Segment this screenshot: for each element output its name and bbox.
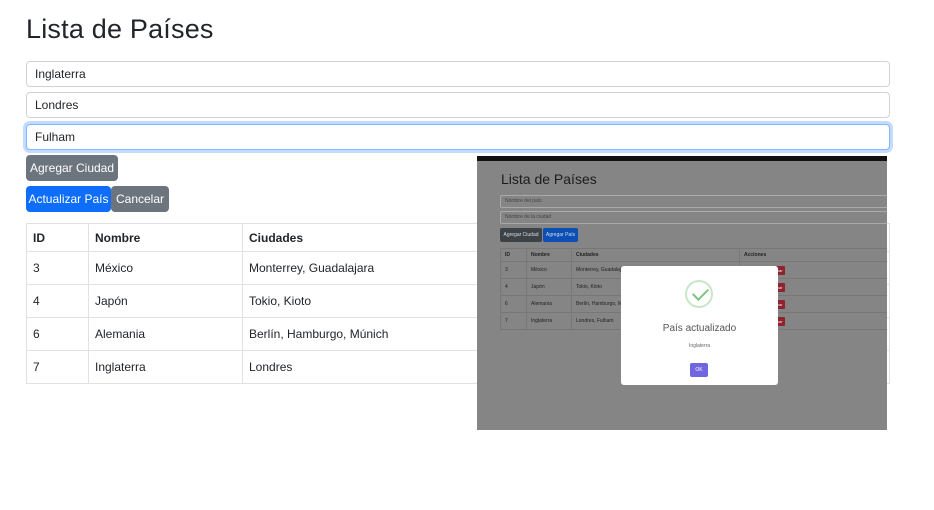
screenshot-cell-id: 7 [500,312,527,330]
dialog-ok-button: OK [690,363,708,377]
dialog-text: Inglaterra [688,343,711,349]
screenshot-cell-id: 3 [500,261,527,279]
screenshot-country-input: Nombre del país [500,195,887,208]
screenshot-top-bar [477,156,887,161]
header-id: ID [26,223,89,252]
page-title: Lista de Países [26,14,214,44]
screenshot-header-actions: Acciones [739,248,887,262]
cell-name: Inglaterra [88,350,243,384]
screenshot-cell-name: Inglaterra [526,312,572,330]
screenshot-cell-id: 4 [500,278,527,296]
capital-input[interactable] [26,92,890,118]
cell-name: Alemania [88,317,243,351]
cell-name: Japón [88,284,243,318]
country-name-input[interactable] [26,61,890,87]
city-input[interactable] [26,124,890,150]
check-icon [685,280,713,308]
screenshot-add-country-button: Agregar País [543,228,578,242]
header-name: Nombre [88,223,243,252]
cancel-button[interactable]: Cancelar [111,186,169,212]
cell-id: 7 [26,350,89,384]
success-dialog: País actualizado Inglaterra OK [621,266,778,385]
screenshot-cell-id: 6 [500,295,527,313]
screenshot-header-cities: Ciudades [571,248,740,262]
screenshot-cell-name: Japón [526,278,572,296]
embedded-screenshot: Lista de Países Nombre del país Nombre d… [477,156,887,430]
screenshot-city-input: Nombre de la ciudad [500,211,887,224]
cell-id: 4 [26,284,89,318]
screenshot-title: Lista de Países [501,171,597,187]
update-country-button[interactable]: Actualizar País [26,186,111,212]
screenshot-cell-name: Alemania [526,295,572,313]
cell-name: México [88,251,243,285]
screenshot-header-id: ID [500,248,527,262]
cell-id: 6 [26,317,89,351]
screenshot-add-city-button: Agregar Ciudad [500,228,542,242]
screenshot-cell-name: México [526,261,572,279]
add-city-button[interactable]: Agregar Ciudad [26,155,118,181]
dialog-title: País actualizado [662,323,737,334]
cell-id: 3 [26,251,89,285]
screenshot-header-name: Nombre [526,248,572,262]
